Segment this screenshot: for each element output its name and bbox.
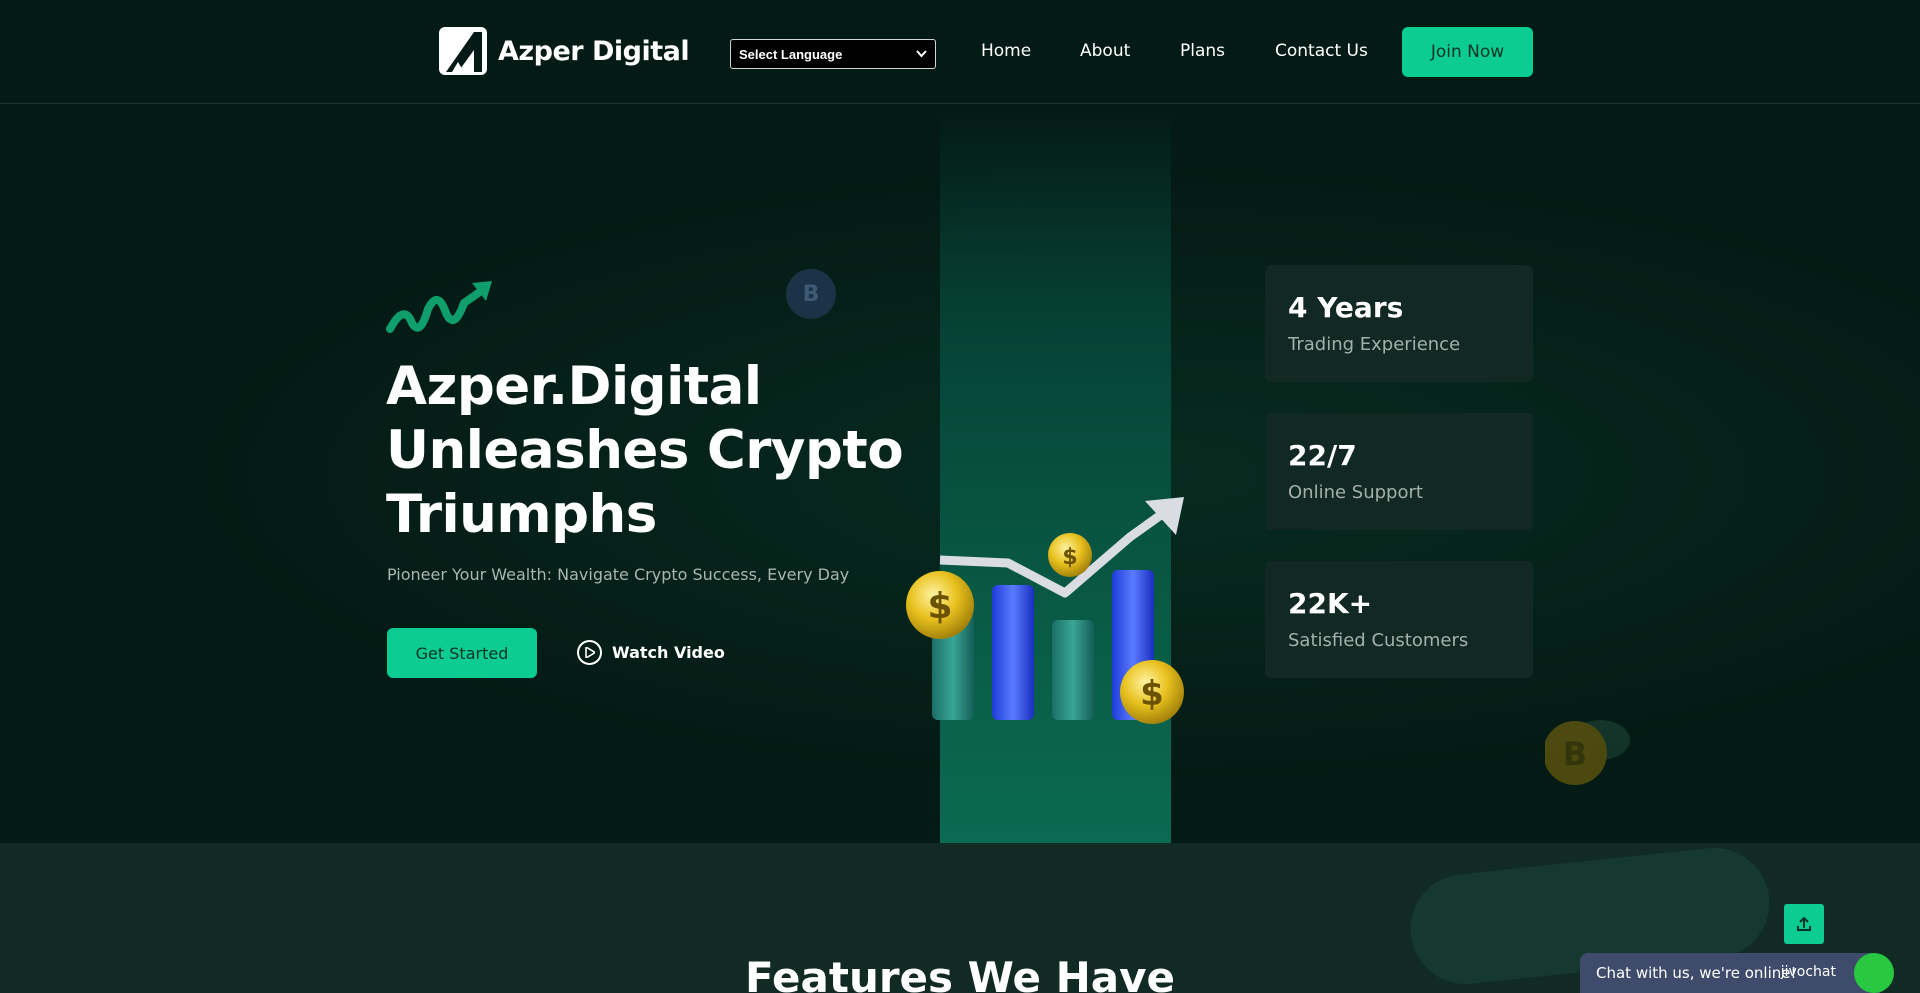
chat-message: Chat with us, we're online! (1596, 964, 1797, 982)
bitcoin-icon: B (786, 269, 836, 319)
site-header: Azper Digital Select Language Home About… (0, 0, 1920, 104)
watch-video-label: Watch Video (612, 643, 725, 662)
brand-name: Azper Digital (498, 35, 690, 67)
svg-text:$: $ (927, 586, 952, 627)
join-now-button[interactable]: Join Now (1402, 27, 1533, 77)
svg-text:B: B (1563, 735, 1587, 773)
chat-brand: jivochat (1780, 964, 1836, 980)
chevron-down-icon (916, 50, 927, 58)
nav-plans[interactable]: Plans (1180, 41, 1225, 61)
chat-bubble-icon[interactable] (1854, 953, 1894, 993)
chart-bar (1052, 620, 1094, 720)
stat-value: 22K+ (1288, 587, 1373, 620)
logo-icon (439, 27, 487, 75)
svg-text:$: $ (1140, 674, 1164, 714)
nav-home[interactable]: Home (981, 41, 1031, 61)
upload-arrow-icon (1797, 916, 1811, 931)
stat-label: Online Support (1288, 482, 1423, 503)
language-select[interactable]: Select Language (730, 39, 936, 69)
stat-card: 22K+ Satisfied Customers (1265, 561, 1533, 678)
hero-title: Azper.Digital Unleashes Crypto Triumphs (386, 356, 904, 545)
get-started-button[interactable]: Get Started (387, 628, 537, 678)
stat-label: Satisfied Customers (1288, 630, 1469, 651)
stat-value: 4 Years (1288, 291, 1404, 324)
chat-widget[interactable]: Chat with us, we're online! jivochat (1580, 953, 1894, 993)
nav-about[interactable]: About (1080, 41, 1130, 61)
language-select-value: Select Language (739, 46, 843, 62)
stat-label: Trading Experience (1288, 334, 1461, 355)
scroll-to-top-button[interactable] (1784, 904, 1824, 944)
growth-chart-illustration: $ $ $ (906, 497, 1184, 724)
bitcoin-coin-icon: B (1545, 720, 1630, 785)
stat-value: 22/7 (1288, 439, 1357, 472)
hero-section: B Azper.Digital Unleashes Crypto Triumph… (0, 105, 1920, 843)
watch-video-button[interactable]: Watch Video (577, 640, 725, 665)
hero-subtitle: Pioneer Your Wealth: Navigate Crypto Suc… (387, 565, 850, 584)
trend-up-icon (386, 281, 492, 333)
svg-text:$: $ (1062, 545, 1077, 570)
stat-card: 22/7 Online Support (1265, 413, 1533, 530)
play-icon (577, 640, 602, 665)
chart-bar (992, 585, 1034, 720)
stat-card: 4 Years Trading Experience (1265, 265, 1533, 382)
brand-logo[interactable]: Azper Digital (438, 26, 690, 76)
nav-contact[interactable]: Contact Us (1275, 41, 1368, 61)
